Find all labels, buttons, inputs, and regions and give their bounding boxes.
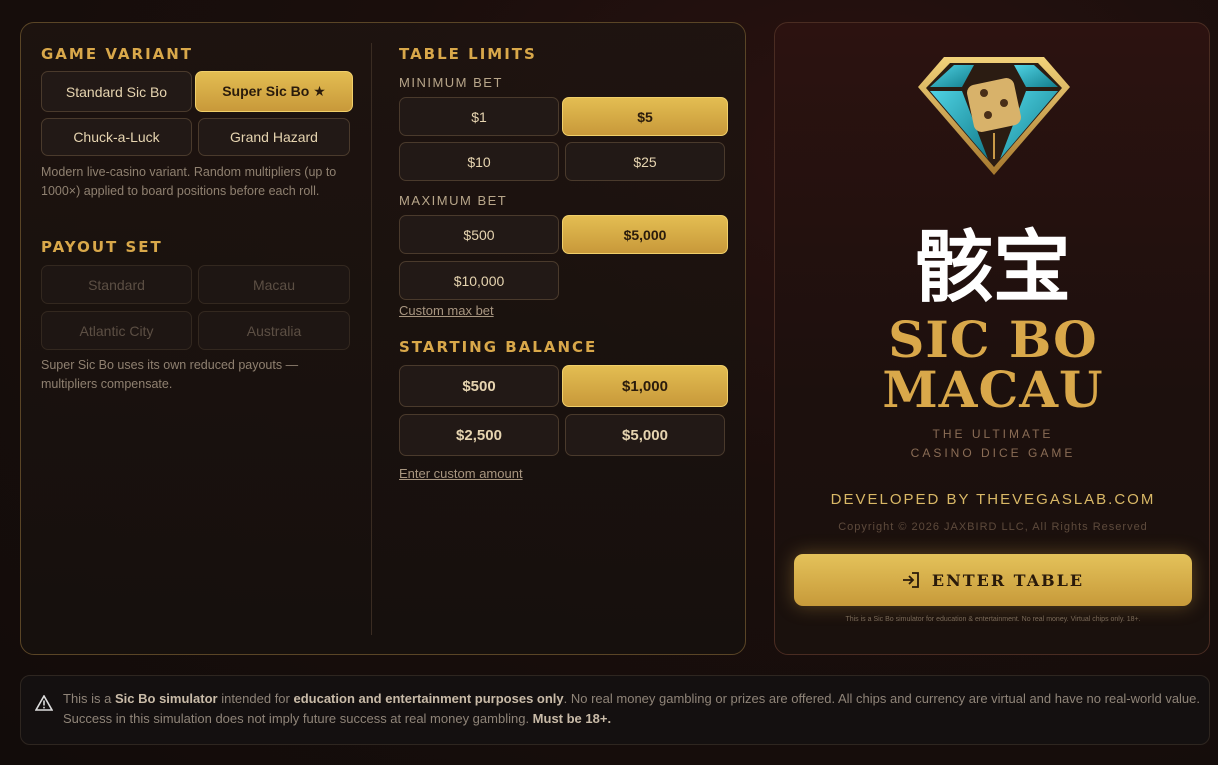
fine-print: This is a Sic Bo simulator for education… xyxy=(845,616,1141,623)
settings-panel: GAME VARIANT Standard Sic Bo Super Sic B… xyxy=(20,22,746,655)
disclaimer-bar: This is a Sic Bo simulator intended for … xyxy=(20,675,1210,745)
payout-australia-button[interactable]: Australia xyxy=(198,311,350,350)
max-bet-500-button[interactable]: $500 xyxy=(399,215,559,254)
minimum-bet-label: MINIMUM BET xyxy=(399,75,503,90)
payout-note: Super Sic Bo uses its own reduced payout… xyxy=(41,358,299,391)
custom-max-bet-link[interactable]: Custom max bet xyxy=(399,303,494,318)
variant-standard-button[interactable]: Standard Sic Bo xyxy=(41,71,192,112)
max-bet-10000-button[interactable]: $10,000 xyxy=(399,261,559,300)
maximum-bet-label: MAXIMUM BET xyxy=(399,193,508,208)
min-bet-25-button[interactable]: $25 xyxy=(565,142,725,181)
developer-credit: DEVELOPED BY THEVEGASLAB.COM xyxy=(830,491,1156,508)
max-bet-5000-button[interactable]: $5,000 xyxy=(562,215,728,254)
copyright: Copyright © 2026 JAXBIRD LLC, All Rights… xyxy=(838,521,1148,533)
enter-table-button[interactable]: ENTER TABLE xyxy=(794,554,1192,606)
starting-balance-title: STARTING BALANCE xyxy=(399,338,598,356)
variant-grand-hazard-button[interactable]: Grand Hazard xyxy=(198,118,350,156)
game-variant-title: GAME VARIANT xyxy=(41,45,194,63)
variant-description: Modern live-casino variant. Random multi… xyxy=(41,165,337,198)
enter-table-label: ENTER TABLE xyxy=(931,570,1085,590)
tagline-line1: THE ULTIMATE xyxy=(932,427,1054,441)
variant-super-button[interactable]: Super Sic Bo ★ xyxy=(195,71,353,112)
balance-5000-button[interactable]: $5,000 xyxy=(565,414,725,456)
payout-atlantic-city-button[interactable]: Atlantic City xyxy=(41,311,192,350)
balance-500-button[interactable]: $500 xyxy=(399,365,559,407)
min-bet-10-button[interactable]: $10 xyxy=(399,142,559,181)
brand-title-line1: SIC BO xyxy=(888,310,1098,369)
tagline-line2: CASINO DICE GAME xyxy=(910,446,1076,460)
min-bet-1-button[interactable]: $1 xyxy=(399,97,559,136)
enter-icon xyxy=(902,572,919,588)
gem-dice-logo xyxy=(918,57,1070,175)
custom-amount-link[interactable]: Enter custom amount xyxy=(399,466,523,481)
variant-chuck-a-luck-button[interactable]: Chuck-a-Luck xyxy=(41,118,192,156)
payout-set-title: PAYOUT SET xyxy=(41,238,163,256)
table-limits-title: TABLE LIMITS xyxy=(399,45,537,63)
balance-1000-button[interactable]: $1,000 xyxy=(562,365,728,407)
chinese-title: 骸宝 xyxy=(914,223,1071,313)
warning-icon xyxy=(35,695,53,711)
payout-macau-button[interactable]: Macau xyxy=(198,265,350,304)
disclaimer-text: This is a Sic Bo simulator intended for … xyxy=(63,691,1201,726)
balance-2500-button[interactable]: $2,500 xyxy=(399,414,559,456)
brand-title-line2: MACAU xyxy=(882,360,1104,419)
brand-panel: 骸宝 SIC BO MACAU THE ULTIMATE CASINO DICE… xyxy=(774,22,1210,655)
payout-standard-button[interactable]: Standard xyxy=(41,265,192,304)
column-divider xyxy=(371,43,372,635)
min-bet-5-button[interactable]: $5 xyxy=(562,97,728,136)
